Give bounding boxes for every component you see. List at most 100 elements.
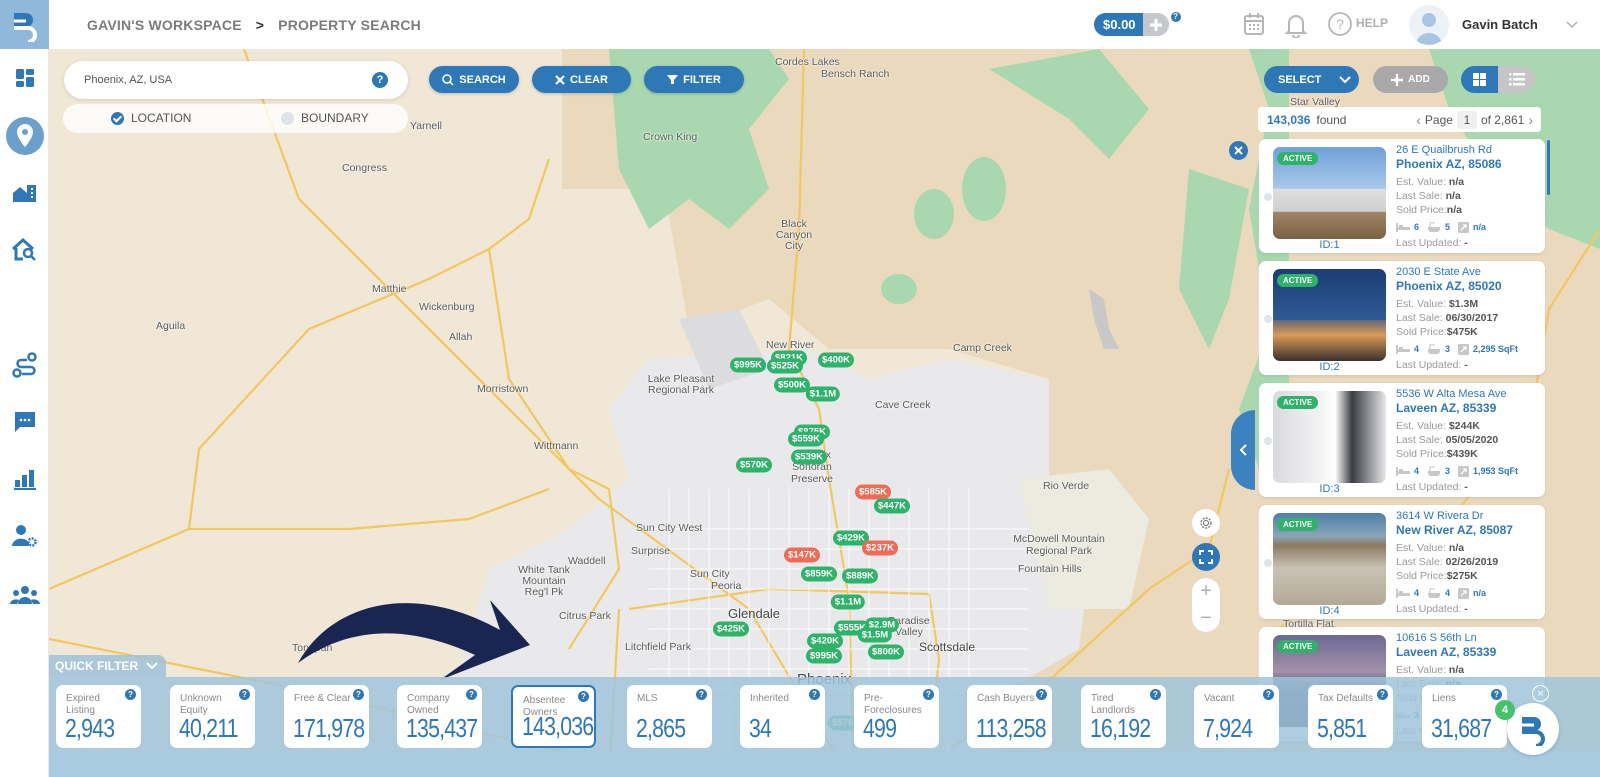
property-city[interactable]: Laveen AZ, 85339: [1396, 401, 1544, 416]
map-price-pin[interactable]: $1.5M: [857, 627, 893, 643]
brand-logo[interactable]: [0, 0, 49, 49]
property-photo[interactable]: ACTIVE: [1273, 391, 1386, 483]
sidebar-item-dashboard[interactable]: [0, 63, 49, 93]
property-photo[interactable]: ACTIVE: [1273, 269, 1386, 361]
property-city[interactable]: Phoenix AZ, 85086: [1396, 157, 1544, 172]
help-label[interactable]: HELP: [1356, 16, 1388, 30]
quick-filter-help-icon[interactable]: ?: [696, 689, 707, 700]
quick-filter-card[interactable]: Vacant ? 7,924: [1194, 685, 1279, 748]
clear-button[interactable]: CLEAR: [532, 66, 631, 93]
sidebar-item-routes[interactable]: [0, 350, 49, 380]
sidebar-item-properties[interactable]: [0, 178, 49, 208]
quick-filter-help-icon[interactable]: ?: [923, 689, 934, 700]
property-street[interactable]: 3614 W Rivera Dr: [1396, 509, 1544, 523]
zoom-out-button[interactable]: −: [1192, 605, 1220, 632]
quick-filter-card[interactable]: MLS ? 2,865: [627, 685, 712, 748]
zoom-in-button[interactable]: +: [1192, 578, 1220, 605]
sidebar-item-reports[interactable]: [0, 464, 49, 494]
collapse-panel-button[interactable]: [1231, 410, 1255, 490]
sidebar-item-property-lookup[interactable]: [0, 235, 49, 265]
card-select-dot[interactable]: [1264, 559, 1272, 567]
user-menu-chevron-down-icon[interactable]: [1566, 16, 1578, 34]
property-street[interactable]: 26 E Quailbrush Rd: [1396, 143, 1544, 157]
map-price-pin[interactable]: $1.1M: [805, 386, 841, 402]
map-price-pin[interactable]: $995K: [806, 648, 842, 664]
mode-location-radio[interactable]: LOCATION: [111, 111, 191, 125]
property-city[interactable]: Phoenix AZ, 85020: [1396, 279, 1544, 294]
property-street[interactable]: 2030 E State Ave: [1396, 265, 1544, 279]
map-price-pin[interactable]: $525K: [767, 358, 803, 374]
map-price-pin[interactable]: $400K: [818, 352, 854, 368]
quick-filter-card[interactable]: Pre-Foreclosures ? 499: [854, 685, 939, 748]
quick-filter-help-icon[interactable]: ?: [1263, 689, 1274, 700]
map-price-pin[interactable]: $147K: [784, 547, 820, 563]
location-search-input[interactable]: [84, 74, 364, 86]
quick-filter-card[interactable]: Tired Landlords ? 16,192: [1081, 685, 1166, 748]
quick-filter-card[interactable]: Unknown Equity ? 40,211: [170, 685, 255, 748]
property-card[interactable]: ACTIVE ID:4 3614 W Rivera Dr New River A…: [1259, 505, 1545, 619]
list-view-button[interactable]: [1498, 66, 1535, 93]
property-list-scrollbar[interactable]: [1547, 140, 1550, 195]
map-price-pin[interactable]: $539K: [791, 449, 827, 465]
quick-filter-help-icon[interactable]: ?: [1491, 689, 1502, 700]
property-card[interactable]: ACTIVE ID:3 5536 W Alta Mesa Ave Laveen …: [1259, 383, 1545, 497]
notifications-button[interactable]: [1284, 12, 1308, 43]
quick-filter-card[interactable]: Inherited ? 34: [740, 685, 825, 748]
map-price-pin[interactable]: $800K: [868, 644, 904, 660]
sidebar-item-property-search[interactable]: [0, 116, 49, 156]
next-page-chevron-right-icon[interactable]: ›: [1528, 112, 1533, 128]
map-price-pin[interactable]: $237K: [862, 540, 898, 556]
map-price-pin[interactable]: $585K: [855, 484, 891, 500]
map-price-pin[interactable]: $570K: [736, 457, 772, 473]
card-select-dot[interactable]: [1264, 193, 1272, 201]
map-price-pin[interactable]: $447K: [874, 498, 910, 514]
quick-filter-help-icon[interactable]: ?: [809, 689, 820, 700]
property-city[interactable]: New River AZ, 85087: [1396, 523, 1544, 538]
map-price-pin[interactable]: $420K: [807, 633, 843, 649]
map-price-pin[interactable]: $889K: [842, 568, 878, 584]
page-number-input[interactable]: 1: [1456, 110, 1477, 129]
property-city[interactable]: Laveen AZ, 85339: [1396, 645, 1544, 660]
sidebar-item-team[interactable]: [0, 580, 49, 610]
search-help-icon[interactable]: ?: [372, 72, 388, 88]
filter-button[interactable]: FILTER: [644, 66, 744, 93]
quick-filter-help-icon[interactable]: ?: [1150, 689, 1161, 700]
wallet-help-icon[interactable]: ?: [1170, 11, 1181, 22]
calendar-button[interactable]: [1243, 12, 1265, 41]
close-list-button[interactable]: [1229, 141, 1248, 160]
property-street[interactable]: 5536 W Alta Mesa Ave: [1396, 387, 1544, 401]
property-card[interactable]: ACTIVE ID:1 26 E Quailbrush Rd Phoenix A…: [1259, 139, 1545, 253]
property-photo[interactable]: ACTIVE: [1273, 147, 1386, 239]
map-price-pin[interactable]: $1.1M: [830, 594, 866, 610]
card-select-dot[interactable]: [1264, 437, 1272, 445]
user-name[interactable]: Gavin Batch: [1462, 17, 1538, 32]
property-card[interactable]: ACTIVE ID:2 2030 E State Ave Phoenix AZ,…: [1259, 261, 1545, 375]
add-funds-button[interactable]: [1142, 13, 1169, 36]
sidebar-item-user-settings[interactable]: [0, 521, 49, 551]
quick-filter-card[interactable]: Liens ? 31,687: [1422, 685, 1507, 748]
map-settings-button[interactable]: [1192, 509, 1220, 537]
quick-filter-card[interactable]: Company Owned ? 135,437: [397, 685, 482, 748]
select-dropdown[interactable]: SELECT: [1264, 66, 1359, 93]
help-button[interactable]: ?: [1328, 12, 1352, 41]
property-street[interactable]: 10616 S 56th Ln: [1396, 631, 1544, 645]
quick-filter-toggle[interactable]: QUICK FILTER: [49, 655, 166, 677]
property-photo[interactable]: ACTIVE: [1273, 513, 1386, 605]
map-price-pin[interactable]: $425K: [713, 621, 749, 637]
quick-filter-help-icon[interactable]: ?: [1036, 689, 1047, 700]
quick-filter-card[interactable]: Expired Listing ? 2,943: [56, 685, 141, 748]
quick-filter-help-icon[interactable]: ?: [125, 689, 136, 700]
quick-filter-help-icon[interactable]: ?: [1377, 689, 1388, 700]
quick-filter-card[interactable]: Cash Buyers ? 113,258: [967, 685, 1052, 748]
quick-filter-help-icon[interactable]: ?: [239, 689, 250, 700]
quick-filter-card[interactable]: Free & Clear ? 171,978: [284, 685, 369, 748]
grid-view-button[interactable]: [1461, 66, 1498, 93]
map-price-pin[interactable]: $859K: [801, 566, 837, 582]
quick-filter-help-icon[interactable]: ?: [578, 691, 589, 702]
map-price-pin[interactable]: $995K: [730, 357, 766, 373]
mode-boundary-radio[interactable]: BOUNDARY: [281, 111, 369, 125]
wallet-balance[interactable]: $0.00: [1094, 13, 1143, 36]
prev-page-chevron-left-icon[interactable]: ‹: [1416, 112, 1421, 128]
map-price-pin[interactable]: $500K: [774, 377, 810, 393]
fullscreen-button[interactable]: [1192, 543, 1220, 571]
